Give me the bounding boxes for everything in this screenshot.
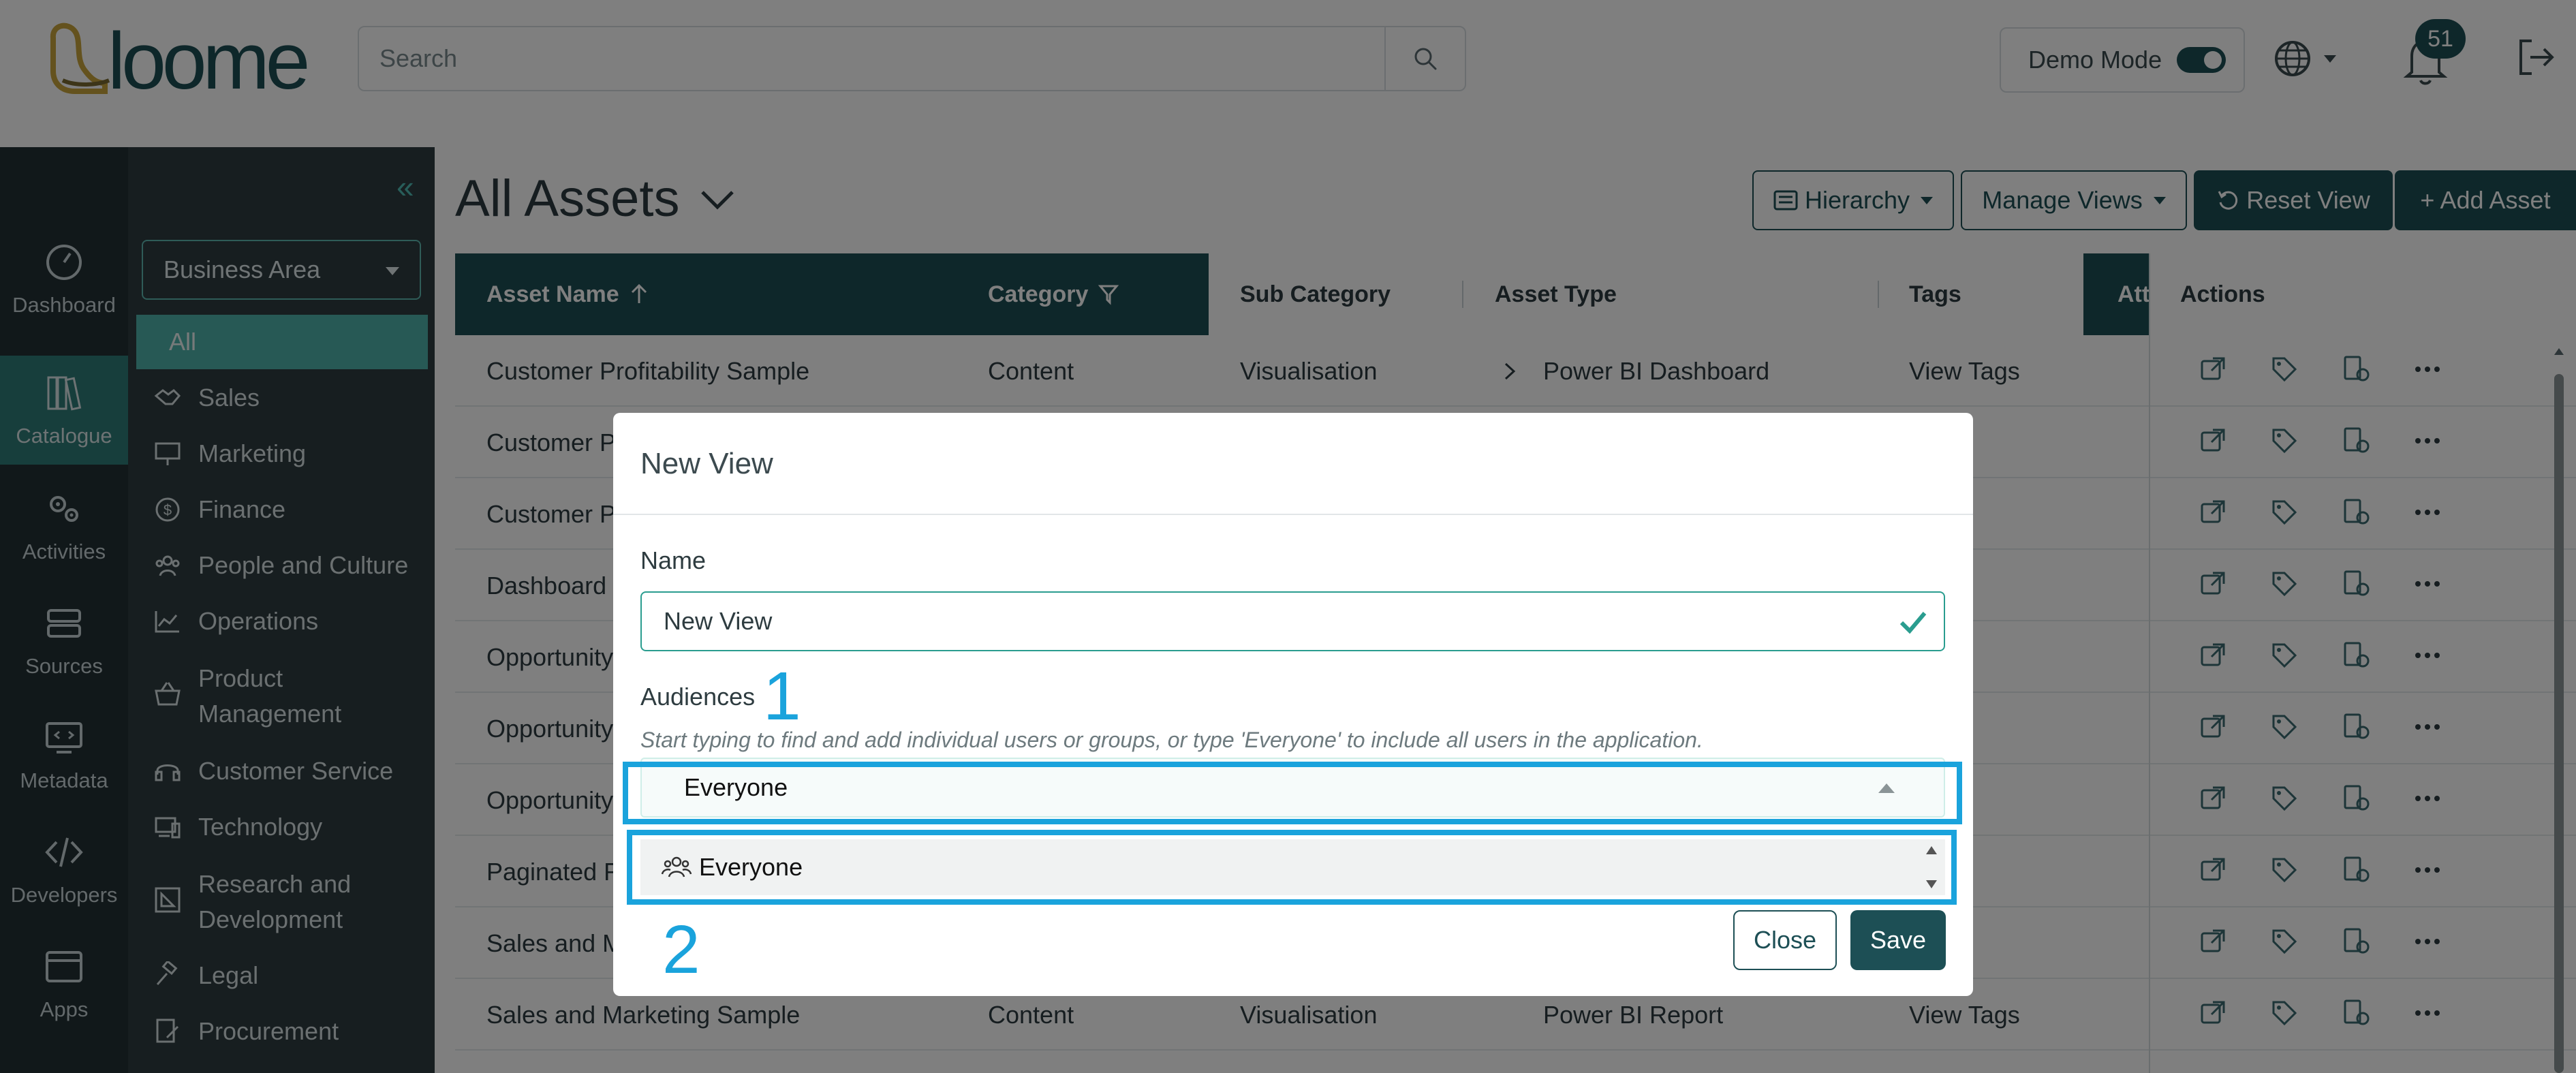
callout-number-1: 1 — [763, 658, 801, 734]
new-view-modal: New View Name New View Audiences 1 Start… — [613, 413, 1973, 996]
modal-title: New View — [640, 447, 773, 480]
highlight-box-1 — [623, 762, 1962, 824]
valid-check-icon — [1899, 612, 1927, 634]
audiences-label: Audiences — [640, 683, 756, 711]
name-label: Name — [640, 546, 707, 574]
view-name-value: New View — [664, 607, 773, 635]
callout-number-2: 2 — [662, 912, 700, 988]
modal-divider — [613, 514, 1973, 515]
audiences-help-text: Start typing to find and add individual … — [640, 728, 1703, 752]
save-button[interactable]: Save — [1850, 910, 1946, 970]
highlight-box-2 — [627, 830, 1957, 905]
view-name-input[interactable]: New View — [640, 591, 1945, 651]
close-button[interactable]: Close — [1733, 910, 1837, 970]
